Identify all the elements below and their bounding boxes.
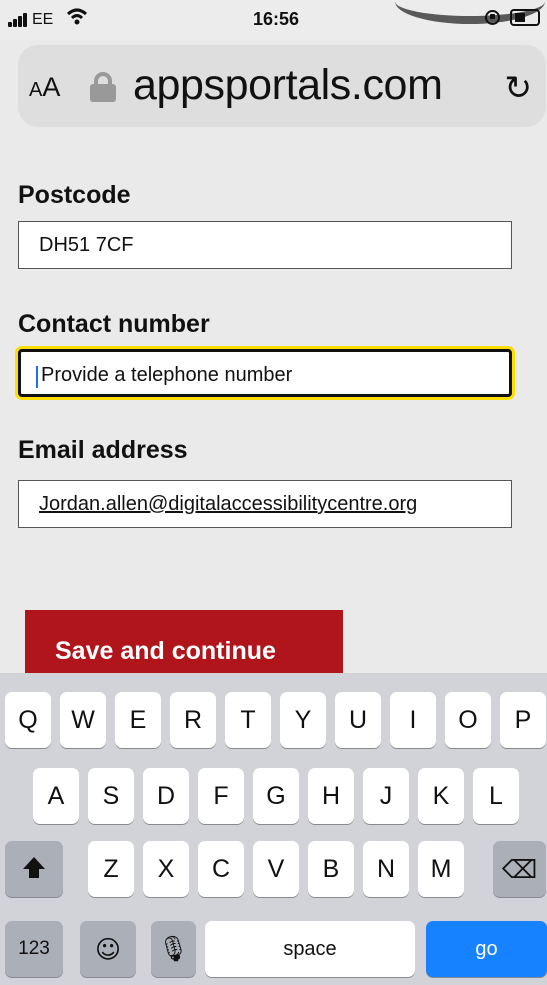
key-q[interactable]: Q — [5, 692, 51, 748]
key-l[interactable]: L — [473, 768, 519, 824]
shift-key[interactable] — [5, 841, 63, 897]
key-g[interactable]: G — [253, 768, 299, 824]
key-t[interactable]: T — [225, 692, 271, 748]
key-c[interactable]: C — [198, 841, 244, 897]
email-address-label: Email address — [18, 436, 188, 464]
key-j[interactable]: J — [363, 768, 409, 824]
email-address-value: Jordan.allen@digitalaccessibilitycentre.… — [39, 493, 418, 515]
go-key[interactable]: go — [426, 921, 547, 977]
key-u[interactable]: U — [335, 692, 381, 748]
key-m[interactable]: M — [418, 841, 464, 897]
key-d[interactable]: D — [143, 768, 189, 824]
key-a[interactable]: A — [33, 768, 79, 824]
status-bar: EE 16:56 — [0, 0, 547, 40]
key-n[interactable]: N — [363, 841, 409, 897]
carrier-name: EE — [32, 11, 54, 28]
key-y[interactable]: Y — [280, 692, 326, 748]
key-e[interactable]: E — [115, 692, 161, 748]
key-z[interactable]: Z — [88, 841, 134, 897]
contact-number-input[interactable]: Provide a telephone number — [18, 349, 512, 397]
key-k[interactable]: K — [418, 768, 464, 824]
key-v[interactable]: V — [253, 841, 299, 897]
numbers-key[interactable]: 123 — [5, 921, 63, 977]
save-and-continue-button[interactable]: Save and continue — [25, 610, 343, 673]
space-key[interactable]: space — [205, 921, 415, 977]
onscreen-keyboard: Q W E R T Y U I O P A S D F G H J K L Z … — [0, 673, 547, 985]
delete-key[interactable]: ⌫ — [493, 841, 546, 897]
email-address-input[interactable]: Jordan.allen@digitalaccessibilitycentre.… — [18, 480, 512, 528]
browser-address-bar[interactable]: AA appsportals.com ↻ — [18, 45, 546, 127]
padlock-icon — [90, 72, 116, 102]
dictation-key[interactable]: 🎙 — [151, 921, 196, 977]
key-b[interactable]: B — [308, 841, 354, 897]
key-r[interactable]: R — [170, 692, 216, 748]
wifi-icon — [67, 8, 87, 25]
contact-number-placeholder: Provide a telephone number — [41, 364, 293, 386]
reload-icon[interactable]: ↻ — [504, 68, 532, 107]
key-x[interactable]: X — [143, 841, 189, 897]
key-f[interactable]: F — [198, 768, 244, 824]
key-h[interactable]: H — [308, 768, 354, 824]
microphone-icon: 🎙 — [157, 934, 190, 963]
key-p[interactable]: P — [500, 692, 546, 748]
text-size-button[interactable]: AA — [29, 72, 60, 103]
postcode-input[interactable]: DH51 7CF — [18, 221, 512, 269]
postcode-label: Postcode — [18, 181, 131, 209]
emoji-icon: ☺ — [94, 934, 122, 964]
battery-icon — [510, 9, 540, 26]
page-url[interactable]: appsportals.com — [133, 61, 443, 110]
shift-icon — [20, 855, 48, 883]
status-time: 16:56 — [253, 9, 300, 29]
rotation-lock-icon — [485, 10, 500, 25]
contact-number-label: Contact number — [18, 310, 210, 338]
text-cursor — [36, 366, 38, 388]
postcode-value: DH51 7CF — [39, 234, 134, 256]
key-o[interactable]: O — [445, 692, 491, 748]
key-i[interactable]: I — [390, 692, 436, 748]
emoji-key[interactable]: ☺ — [80, 921, 136, 977]
signal-bars-icon — [8, 13, 30, 27]
delete-icon: ⌫ — [501, 854, 538, 884]
key-w[interactable]: W — [60, 692, 106, 748]
key-s[interactable]: S — [88, 768, 134, 824]
